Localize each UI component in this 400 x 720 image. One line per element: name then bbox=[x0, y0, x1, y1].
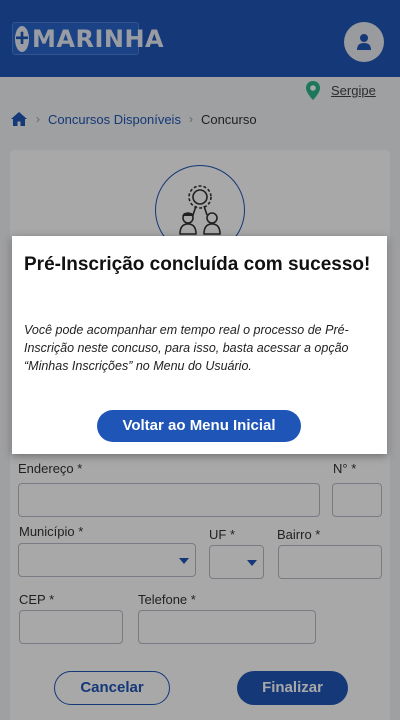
modal-message: Você pode acompanhar em tempo real o pro… bbox=[24, 323, 349, 373]
modal-title: Pré-Inscrição concluída com sucesso! bbox=[24, 254, 371, 275]
back-to-menu-button[interactable]: Voltar ao Menu Inicial bbox=[97, 410, 301, 442]
success-modal: Pré-Inscrição concluída com sucesso! Voc… bbox=[12, 236, 387, 454]
